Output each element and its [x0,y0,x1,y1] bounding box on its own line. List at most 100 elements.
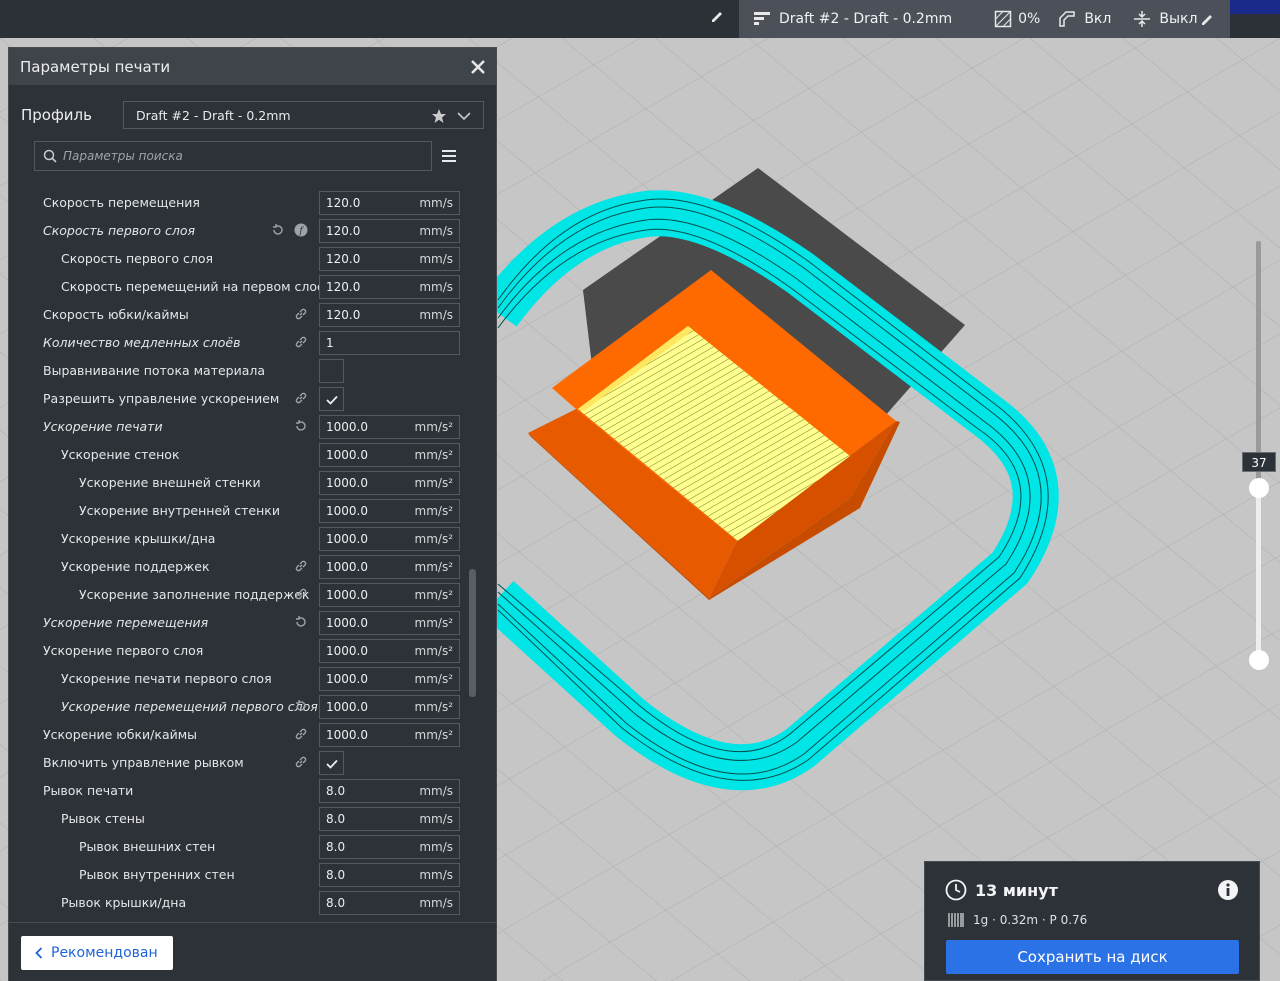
setting-unit: mm/s [419,308,453,322]
info-icon[interactable] [1217,879,1239,901]
setting-input[interactable]: 1000.0 mm/s² [319,695,460,719]
setting-value: 1000.0 [326,728,368,742]
setting-input[interactable]: 8.0 mm/s [319,863,460,887]
close-icon[interactable] [470,59,486,75]
reset-icon[interactable] [294,419,308,433]
settings-scrollbar[interactable] [469,569,476,697]
setting-input[interactable]: 120.0 mm/s [319,191,460,215]
link-icon[interactable] [294,335,308,349]
link-icon[interactable] [294,391,308,405]
link-icon[interactable] [294,727,308,741]
function-icon[interactable]: f [294,223,308,237]
setting-input[interactable]: 120.0 mm/s [319,303,460,327]
setting-row: Включить управление рывком [9,749,479,777]
setting-input[interactable]: 1000.0 mm/s² [319,555,460,579]
setting-unit: mm/s² [414,532,453,546]
setting-unit: mm/s [419,868,453,882]
setting-label: Включить управление рывком [43,755,244,770]
layer-slider-top-handle[interactable] [1249,478,1269,498]
setting-checkbox[interactable] [319,359,344,383]
setting-input[interactable]: 1000.0 mm/s² [319,527,460,551]
setting-value: 1000.0 [326,448,368,462]
setting-input[interactable]: 1000.0 mm/s² [319,415,460,439]
infill-icon [994,10,1012,28]
material-estimate-value: 1g · 0.32m · P 0.76 [973,913,1088,927]
search-input[interactable] [61,148,405,164]
setting-input[interactable]: 1000.0 mm/s² [319,583,460,607]
setting-checkbox[interactable] [319,387,344,411]
settings-visibility-menu-icon[interactable] [440,148,458,164]
profile-dropdown-value: Draft #2 - Draft - 0.2mm [136,107,291,123]
profile-summary: Draft #2 - Draft - 0.2mm [753,10,952,28]
recommended-mode-button[interactable]: Рекомендован [21,936,173,970]
profile-label: Профиль [21,106,92,124]
link-icon[interactable] [294,587,308,601]
layer-slider-bottom-handle[interactable] [1249,650,1269,670]
current-layer-label[interactable]: 37 [1242,452,1276,472]
setting-row: Ускорение поддержек 1000.0 mm/s² [9,553,479,581]
setting-input[interactable]: 1 [319,331,460,355]
setting-value: 1000.0 [326,476,368,490]
settings-list[interactable]: Скорость перемещения 120.0 mm/s Скорость … [9,189,479,924]
setting-input[interactable]: 8.0 mm/s [319,779,460,803]
infill-summary: 0% [994,10,1040,28]
panel-title: Параметры печати [20,57,171,76]
print-settings-panel: Параметры печати Профиль Draft #2 - Draf… [8,47,497,981]
setting-input[interactable]: 1000.0 mm/s² [319,443,460,467]
profile-icon [754,12,770,25]
setting-input[interactable]: 1000.0 mm/s² [319,471,460,495]
edit-setup-pencil-icon[interactable] [1198,9,1218,33]
setting-input[interactable]: 8.0 mm/s [319,835,460,859]
reset-icon[interactable] [294,699,308,713]
setting-value: 8.0 [326,868,346,882]
reset-icon[interactable] [271,223,285,237]
link-icon[interactable] [294,307,308,321]
edit-pencil-icon[interactable] [708,6,728,26]
setting-label: Скорость перемещений на первом слое [61,279,325,294]
profile-dropdown[interactable]: Draft #2 - Draft - 0.2mm [123,101,484,129]
setting-label: Рывок стены [61,811,145,826]
setting-unit: mm/s [419,196,453,210]
recommended-label: Рекомендован [51,945,158,961]
setting-row: Рывок внешних стен 8.0 mm/s [9,833,479,861]
setting-input[interactable]: 8.0 mm/s [319,807,460,831]
link-icon[interactable] [294,755,308,769]
setting-checkbox[interactable] [319,751,344,775]
setting-row: Рывок стены 8.0 mm/s [9,805,479,833]
setting-label: Ускорение внешней стенки [79,475,261,490]
setting-row: Выравнивание потока материала [9,357,479,385]
filament-spool-icon [948,913,964,927]
setting-value: 8.0 [326,784,346,798]
setting-value: 120.0 [326,224,361,238]
setting-input[interactable]: 120.0 mm/s [319,219,460,243]
setting-input[interactable]: 1000.0 mm/s² [319,611,460,635]
print-setup-selector[interactable]: Draft #2 - Draft - 0.2mm 0% Вкл Выкл [739,0,1230,38]
setting-label: Рывок внешних стен [79,839,216,854]
reset-icon[interactable] [294,615,308,629]
setting-value: 1000.0 [326,560,368,574]
print-time-value: 13 минут [975,880,1058,900]
setting-unit: mm/s² [414,644,453,658]
profile-name: Draft #2 - Draft - 0.2mm [779,11,953,27]
setting-input[interactable]: 1000.0 mm/s² [319,499,460,523]
setting-row: Ускорение перемещений первого слоя 1000.… [9,693,479,721]
setting-label: Ускорение стенок [61,447,180,462]
setting-value: 1000.0 [326,532,368,546]
setting-unit: mm/s² [414,560,453,574]
setting-input[interactable]: 120.0 mm/s [319,247,460,271]
setting-label: Ускорение печати [43,419,163,434]
star-icon[interactable] [431,108,447,124]
setting-input[interactable]: 1000.0 mm/s² [319,667,460,691]
setting-input[interactable]: 1000.0 mm/s² [319,639,460,663]
setting-row: Ускорение юбки/каймы 1000.0 mm/s² [9,721,479,749]
link-icon[interactable] [294,559,308,573]
setting-unit: mm/s² [414,672,453,686]
setting-row: Ускорение стенок 1000.0 mm/s² [9,441,479,469]
setting-input[interactable]: 120.0 mm/s [319,275,460,299]
setting-row: Ускорение крышки/дна 1000.0 mm/s² [9,525,479,553]
setting-input[interactable]: 8.0 mm/s [319,891,460,915]
setting-input[interactable]: 1000.0 mm/s² [319,723,460,747]
setting-label: Ускорение перемещений первого слоя [61,699,318,714]
save-to-disk-button[interactable]: Сохранить на диск [946,940,1239,974]
clock-icon [945,879,967,901]
